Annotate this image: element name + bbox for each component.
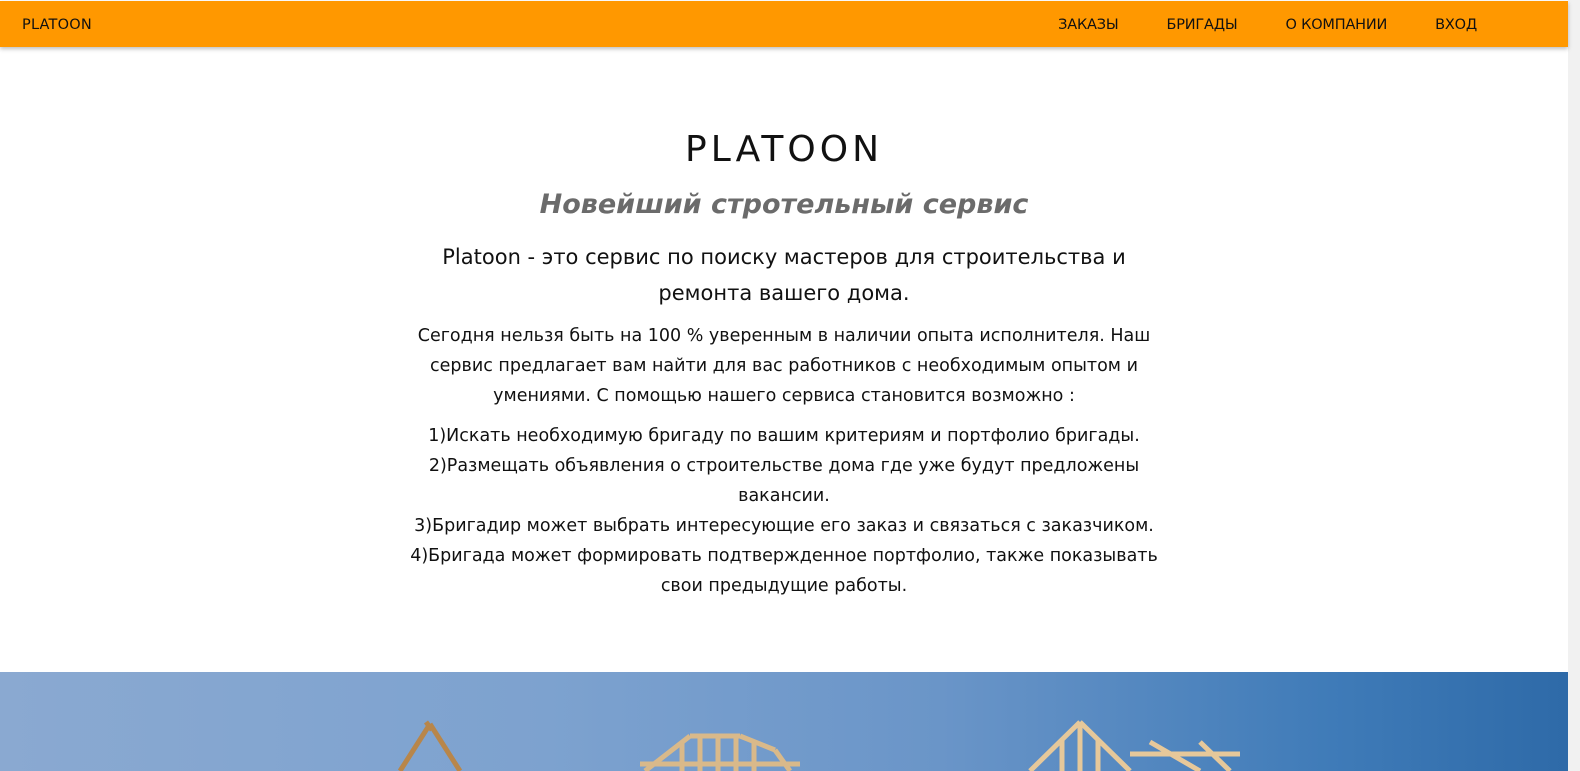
feature-item: 2)Размещать объявления о строительстве д… (428, 456, 1140, 506)
nav-link-about-company[interactable]: О КОМПАНИИ (1286, 1, 1388, 49)
page-title: PLATOON (684, 129, 883, 170)
intro-section: PLATOON Новейший стротельный сервис Plat… (0, 47, 1568, 672)
nav-link-orders[interactable]: ЗАКАЗЫ (1058, 1, 1119, 49)
hero-image-roof-frame (0, 672, 1568, 771)
brand-logo-link[interactable]: PLATOON (22, 1, 92, 49)
page-scrollbar[interactable] (1568, 0, 1580, 771)
top-navbar: PLATOON ЗАКАЗЫ БРИГАДЫ О КОМПАНИИ ВХОД (0, 1, 1568, 47)
nav-menu: ЗАКАЗЫ БРИГАДЫ О КОМПАНИИ ВХОД (1058, 1, 1477, 49)
nav-item-login: ВХОД (1435, 1, 1477, 49)
nav-item-brigades: БРИГАДЫ (1166, 1, 1237, 49)
nav-item-about: О КОМПАНИИ (1286, 1, 1388, 49)
nav-link-login[interactable]: ВХОД (1435, 1, 1477, 49)
nav-item-orders: ЗАКАЗЫ (1058, 1, 1119, 49)
description-paragraph: Сегодня нельзя быть на 100 % уверенным в… (417, 326, 1151, 406)
nav-link-brigades[interactable]: БРИГАДЫ (1166, 1, 1237, 49)
feature-list: 1)Искать необходимую бригаду по вашим кр… (404, 421, 1164, 601)
feature-item: 1)Искать необходимую бригаду по вашим кр… (428, 426, 1140, 446)
page-subtitle: Новейший стротельный сервис (539, 189, 1029, 220)
roof-frame-illustration (397, 720, 1240, 771)
feature-item: 3)Бригадир может выбрать интересующие ег… (414, 516, 1154, 536)
lead-paragraph: Platoon - это сервис по поиску мастеров … (442, 245, 1126, 305)
feature-item: 4)Бригада может формировать подтвержденн… (410, 546, 1158, 596)
